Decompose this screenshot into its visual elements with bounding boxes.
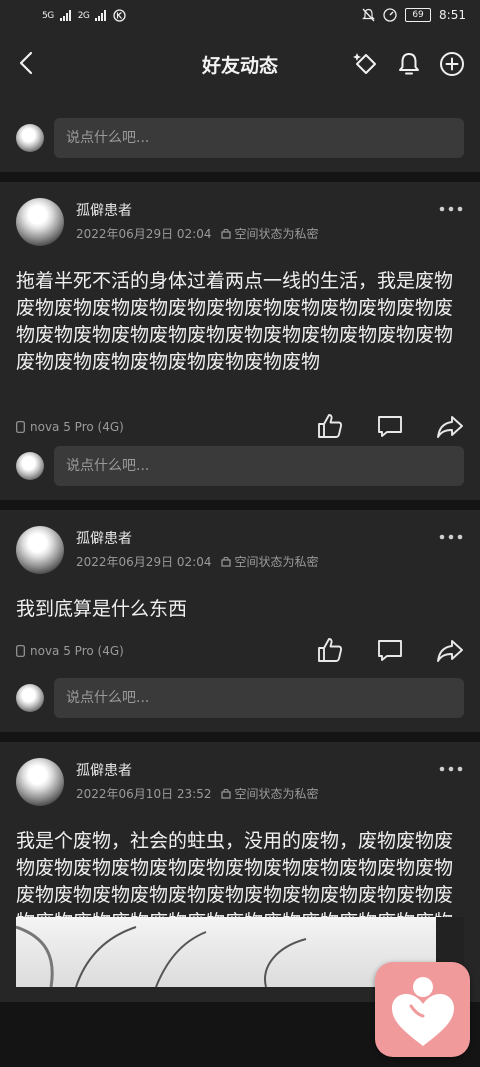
feed: 说点什么吧... 孤僻患者 2022年06月29日 02:04 空间状态为私密 … [0,92,480,1002]
share-icon[interactable] [436,412,464,440]
add-circle-icon[interactable] [438,50,466,78]
comment-input[interactable]: 说点什么吧... [54,678,464,718]
privacy-label: 空间状态为私密 [221,785,319,802]
privacy-text: 空间状态为私密 [234,787,319,801]
post-meta: 2022年06月10日 23:52 空间状态为私密 [76,785,319,802]
more-options-icon[interactable] [438,764,464,774]
post-header: 孤僻患者 2022年06月10日 23:52 空间状态为私密 [16,758,464,810]
author-name[interactable]: 孤僻患者 [76,528,132,548]
device-label: nova 5 Pro (4G) [16,644,124,658]
avatar [16,124,44,152]
post-date: 2022年06月29日 02:04 [76,555,212,569]
comment-row: 说点什么吧... [16,678,464,718]
device-name: nova 5 Pro (4G) [30,420,124,434]
mute-bell-icon [362,8,375,22]
avatar [16,452,44,480]
comment-input[interactable]: 说点什么吧... [54,446,464,486]
floating-heart-button[interactable] [375,962,470,1057]
signal-bars-icon [59,10,71,21]
like-icon[interactable] [316,412,344,440]
post-card: 孤僻患者 2022年06月29日 02:04 空间状态为私密 拖着半死不活的身体… [0,182,480,500]
post-header: 孤僻患者 2022年06月29日 02:04 空间状态为私密 [16,198,464,250]
comment-row: 说点什么吧... [16,118,464,158]
signal-1-label: 5G [42,10,54,21]
post-card: 孤僻患者 2022年06月29日 02:04 空间状态为私密 我到底算是什么东西… [0,510,480,732]
privacy-text: 空间状态为私密 [234,227,319,241]
author-name[interactable]: 孤僻患者 [76,760,132,780]
device-label: nova 5 Pro (4G) [16,420,124,434]
author-name[interactable]: 孤僻患者 [76,200,132,220]
post-date: 2022年06月10日 23:52 [76,787,212,801]
privacy-text: 空间状态为私密 [234,555,319,569]
comment-row: 说点什么吧... [16,446,464,486]
post-card-partial: 说点什么吧... [0,92,480,172]
post-meta: 2022年06月29日 02:04 空间状态为私密 [76,225,319,242]
status-bar: 5G 2G 69 8:51 [0,0,480,34]
bell-icon[interactable] [395,50,423,78]
comment-icon[interactable] [376,636,404,664]
clock: 8:51 [439,8,466,22]
device-name: nova 5 Pro (4G) [30,644,124,658]
post-date: 2022年06月29日 02:04 [76,227,212,241]
lock-icon [221,556,232,567]
post-header: 孤僻患者 2022年06月29日 02:04 空间状态为私密 [16,526,464,578]
privacy-label: 空间状态为私密 [221,553,319,570]
more-options-icon[interactable] [438,204,464,214]
like-icon[interactable] [316,636,344,664]
share-icon[interactable] [436,636,464,664]
heart-person-icon [392,977,454,1046]
nav-bar: 好友动态 [0,34,480,92]
lock-icon [221,788,232,799]
battery-indicator: 69 [405,8,432,22]
lock-icon [221,228,232,239]
phone-icon [16,421,25,433]
comment-icon[interactable] [376,412,404,440]
avatar[interactable] [16,526,64,574]
signal-2-label: 2G [77,10,90,21]
avatar[interactable] [16,198,64,246]
comment-input[interactable]: 说点什么吧... [54,118,464,158]
speedometer-icon [383,8,397,22]
avatar[interactable] [16,758,64,806]
post-meta: 2022年06月29日 02:04 空间状态为私密 [76,553,319,570]
phone-icon [16,645,25,657]
avatar [16,684,44,712]
privacy-label: 空间状态为私密 [221,225,319,242]
post-text: 拖着半死不活的身体过着两点一线的生活，我是废物废物废物废物废物废物废物废物废物废… [16,270,454,373]
nfc-icon [113,9,127,22]
sparkle-diamond-icon[interactable] [352,50,380,78]
more-options-icon[interactable] [438,532,464,542]
signal-bars-icon [95,10,107,21]
post-text: 我到底算是什么东西 [16,598,188,620]
